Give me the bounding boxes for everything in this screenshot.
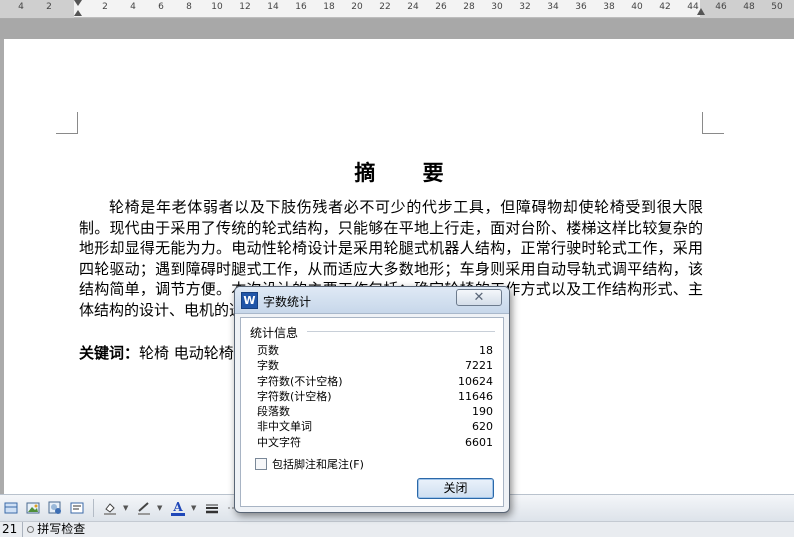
keywords-label: 关键词： [79, 344, 140, 362]
stat-row: 非中文单词 620 [257, 419, 493, 434]
stat-value: 6601 [465, 435, 493, 449]
dialog-body: 统计信息 页数 18 字数 7221 字符数(不计空格) 10624 字符数(计空格)… [240, 317, 504, 507]
spellcheck-icon [27, 526, 35, 533]
include-footnotes-option[interactable]: 包括脚注和尾注(F) [255, 456, 364, 472]
ruler-tick: 2 [102, 2, 108, 12]
stat-row: 字数 7221 [257, 358, 493, 373]
include-footnotes-label: 包括脚注和尾注(F) [272, 458, 364, 471]
status-bar: 21 拼写检查 [0, 521, 794, 537]
ruler-tick: 40 [631, 2, 643, 12]
stat-row: 字符数(不计空格) 10624 [257, 374, 493, 389]
ruler-margin-left [0, 0, 74, 18]
ruler-tick: 28 [463, 2, 475, 12]
ruler-tick: 34 [547, 2, 559, 12]
stat-value: 10624 [458, 374, 493, 388]
right-indent-marker[interactable] [697, 8, 705, 15]
ruler-tick: 32 [519, 2, 531, 12]
keywords-text: 轮椅 电动轮椅 [139, 344, 234, 362]
chevron-down-icon[interactable]: ▼ [191, 504, 199, 512]
page-gap [0, 19, 794, 39]
horizontal-ruler[interactable]: 4 2 2 4 6 8 10 12 14 16 18 20 22 24 26 2… [0, 0, 794, 18]
include-footnotes-checkbox[interactable] [255, 458, 267, 470]
ruler-tick: 4 [18, 2, 24, 12]
wps-writer-icon: W [241, 292, 258, 309]
ruler-tick: 2 [46, 2, 52, 12]
document-title: 摘 要 [354, 160, 464, 185]
ruler-tick: 46 [715, 2, 727, 12]
ruler-tick: 10 [211, 2, 223, 12]
chevron-down-icon[interactable]: ▼ [157, 504, 165, 512]
ruler-tick: 18 [323, 2, 335, 12]
dialog-title: 字数统计 [263, 295, 312, 309]
ruler-tick: 24 [407, 2, 419, 12]
ruler-tick: 22 [379, 2, 391, 12]
clipart-icon[interactable] [46, 499, 64, 517]
font-color-icon[interactable]: A [169, 499, 187, 517]
group-divider [307, 331, 495, 332]
stat-row: 中文字符 6601 [257, 435, 493, 450]
stat-label: 字符数(不计空格) [257, 374, 343, 388]
picture-icon[interactable] [24, 499, 42, 517]
dialog-close-button[interactable]: ✕ [456, 289, 502, 306]
textbox-icon[interactable] [68, 499, 86, 517]
stat-label: 非中文单词 [257, 420, 312, 434]
ruler-tick: 4 [130, 2, 136, 12]
toolbar-separator [93, 499, 94, 517]
ruler-tick: 50 [771, 2, 783, 12]
stat-label: 字符数(计空格) [257, 389, 332, 403]
stat-label: 字数 [257, 359, 279, 373]
stat-row: 字符数(计空格) 11646 [257, 389, 493, 404]
keywords-line: 关键词：轮椅 电动轮椅 [79, 342, 234, 363]
status-page-number: 21 [0, 521, 24, 537]
ruler-tick: 6 [158, 2, 164, 12]
stat-value: 11646 [458, 389, 493, 403]
fill-color-icon[interactable] [101, 499, 119, 517]
stats-group-label: 统计信息 [250, 326, 299, 340]
table-icon[interactable] [2, 499, 20, 517]
chevron-down-icon[interactable]: ▼ [123, 504, 131, 512]
stat-row: 页数 18 [257, 343, 493, 358]
ruler-tick: 42 [659, 2, 671, 12]
spellcheck-label: 拼写检查 [37, 522, 86, 536]
left-indent-marker[interactable] [74, 10, 82, 16]
ruler-tick: 48 [743, 2, 755, 12]
line-color-icon[interactable] [135, 499, 153, 517]
spellcheck-status[interactable]: 拼写检查 [23, 522, 85, 537]
stat-value: 190 [472, 405, 493, 419]
ruler-tick: 20 [351, 2, 363, 12]
stat-label: 页数 [257, 344, 279, 357]
first-line-indent-marker[interactable] [74, 0, 82, 6]
crop-mark-top-left [56, 112, 78, 134]
stat-value: 18 [479, 344, 493, 357]
dialog-titlebar[interactable]: W 字数统计 ✕ [235, 287, 509, 314]
ruler-tick: 14 [267, 2, 279, 12]
ruler-tick: 8 [186, 2, 192, 12]
stat-value: 7221 [465, 359, 493, 373]
close-icon: ✕ [473, 290, 485, 305]
stat-row: 段落数 190 [257, 404, 493, 419]
ruler-tick: 36 [575, 2, 587, 12]
ruler-tick: 30 [491, 2, 503, 12]
ruler-tick: 26 [435, 2, 447, 12]
stat-label: 段落数 [257, 405, 290, 419]
word-count-dialog: W 字数统计 ✕ 统计信息 页数 18 字数 7221 字符数(不计空格) 10624… [234, 286, 510, 513]
crop-mark-top-right [702, 112, 724, 134]
ruler-tick: 12 [239, 2, 251, 12]
stat-value: 620 [472, 420, 493, 434]
stats-table: 页数 18 字数 7221 字符数(不计空格) 10624 字符数(计空格) 11646… [257, 343, 493, 450]
ruler-tick: 16 [295, 2, 307, 12]
line-style-icon[interactable] [203, 499, 221, 517]
stat-label: 中文字符 [257, 435, 301, 449]
ruler-tick: 38 [603, 2, 615, 12]
close-button[interactable]: 关闭 [417, 478, 494, 499]
